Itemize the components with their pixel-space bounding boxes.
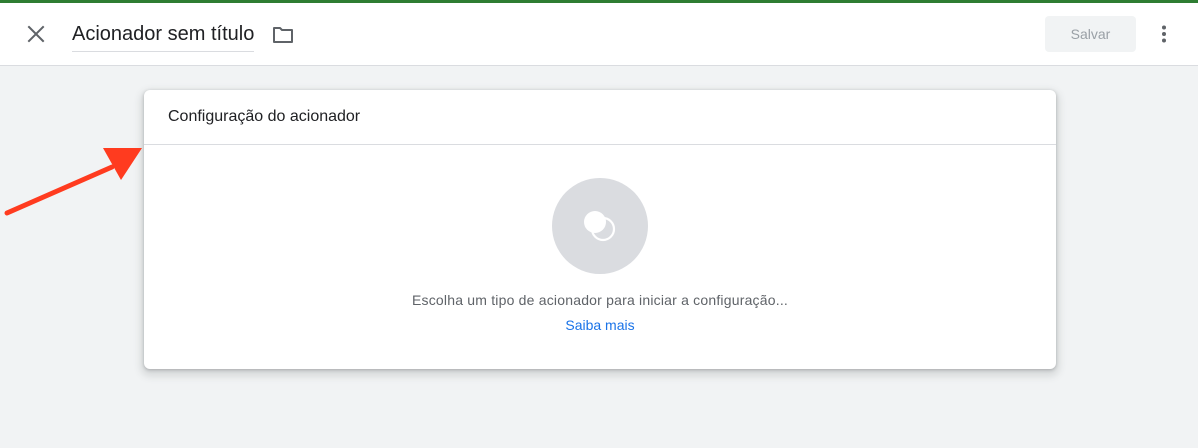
trigger-hint-text: Escolha um tipo de acionador para inicia… xyxy=(411,292,788,308)
card-header: Configuração do acionador xyxy=(144,90,1056,145)
learn-more-container: Saiba mais xyxy=(144,317,1056,333)
trigger-name: Acionador sem título xyxy=(72,23,255,45)
folder-icon xyxy=(273,27,293,43)
card-title: Configuração do acionador xyxy=(168,108,361,125)
close-icon xyxy=(27,25,45,43)
choose-trigger-type-button[interactable] xyxy=(552,178,648,274)
trigger-type-icon xyxy=(584,211,616,242)
more-options-button[interactable] xyxy=(1152,21,1176,47)
more-vert-icon xyxy=(1162,25,1166,43)
save-button[interactable]: Salvar xyxy=(1045,16,1136,52)
close-button[interactable] xyxy=(22,20,50,48)
learn-more-link[interactable]: Saiba mais xyxy=(565,317,634,333)
trigger-name-field[interactable]: Acionador sem título xyxy=(72,19,255,52)
folder-button[interactable] xyxy=(270,22,296,48)
red-arrow-annotation xyxy=(4,148,142,216)
editor-header: Acionador sem título Salvar xyxy=(0,3,1198,66)
trigger-configuration-card: Configuração do acionador Escolha um tip… xyxy=(144,90,1056,369)
